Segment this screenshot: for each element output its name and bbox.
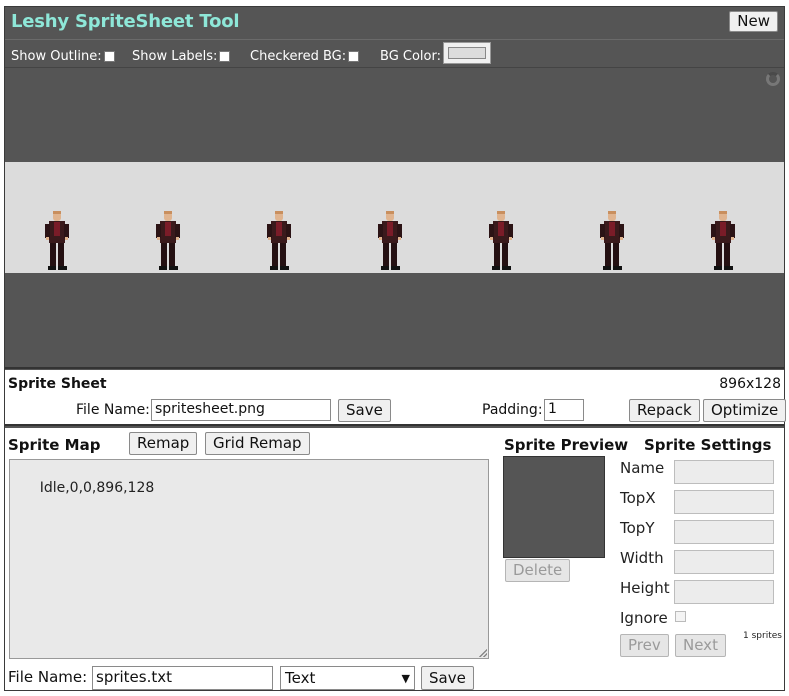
height-input[interactable] [674, 580, 774, 604]
checkered-bg-checkbox[interactable] [348, 51, 360, 62]
topy-input[interactable] [674, 520, 774, 544]
sprite-sheet-label: Sprite Sheet [8, 376, 107, 392]
grid-remap-button[interactable]: Grid Remap [205, 432, 310, 455]
resize-grip-icon[interactable] [479, 649, 487, 657]
topy-label: TopY [620, 519, 655, 537]
chevron-down-icon: ▼ [401, 671, 410, 685]
bg-color-option: BG Color: [380, 49, 441, 64]
sprite-settings-title: Sprite Settings [644, 436, 772, 454]
optimize-button[interactable]: Optimize [703, 399, 787, 422]
show-labels-option: Show Labels: [132, 49, 231, 64]
next-button[interactable]: Next [675, 634, 726, 657]
prev-button[interactable]: Prev [620, 634, 669, 657]
bg-color-label: BG Color: [380, 49, 441, 64]
padding-input[interactable]: 1 [544, 399, 584, 421]
sprite-canvas[interactable] [5, 67, 784, 369]
sprite-preview-title: Sprite Preview [504, 436, 629, 454]
sprite-sheet-panel: Sprite Sheet 896x128 File Name: spritesh… [5, 370, 787, 426]
delete-button[interactable]: Delete [505, 559, 571, 582]
bottom-panel: Sprite Map Remap Grid Remap Idle,0,0,896… [5, 428, 784, 690]
toolbar: Show Outline: Show Labels: Checkered BG:… [5, 39, 784, 67]
sprite-preview-box [503, 456, 605, 558]
map-file-name-label: File Name: [8, 668, 88, 686]
new-button[interactable]: New [729, 11, 778, 32]
sprite-frame [600, 211, 624, 270]
bg-color-picker[interactable] [443, 42, 491, 64]
sprite-frame [711, 211, 735, 270]
refresh-icon[interactable] [766, 72, 780, 86]
sprite-map-content: Idle,0,0,896,128 [39, 480, 155, 496]
show-outline-option: Show Outline: [11, 49, 115, 64]
sprite-map-title: Sprite Map [8, 436, 101, 454]
header: Leshy SpriteSheet Tool New [5, 7, 784, 38]
show-outline-label: Show Outline: [11, 49, 102, 64]
sprite-frame [156, 211, 180, 270]
app-title: Leshy SpriteSheet Tool [11, 11, 240, 32]
padding-label: Padding: [482, 402, 543, 418]
sheet-file-name-label: File Name: [76, 402, 150, 418]
show-outline-checkbox[interactable] [103, 51, 115, 62]
repack-button[interactable]: Repack [629, 399, 700, 422]
sprite-count: 1 sprites [743, 631, 782, 641]
name-label: Name [620, 459, 665, 477]
sprite-frame [378, 211, 402, 270]
topx-label: TopX [620, 489, 656, 507]
app-window: Leshy SpriteSheet Tool New Show Outline:… [4, 6, 787, 691]
name-input[interactable] [674, 460, 774, 484]
show-labels-label: Show Labels: [132, 49, 218, 64]
topx-input[interactable] [674, 490, 774, 514]
sheet-save-button[interactable]: Save [338, 399, 391, 422]
height-label: Height [620, 579, 670, 597]
map-save-button[interactable]: Save [421, 666, 474, 690]
remap-button[interactable]: Remap [129, 432, 198, 455]
sprite-map-textarea[interactable]: Idle,0,0,896,128 [9, 459, 489, 659]
ignore-checkbox[interactable] [675, 611, 686, 622]
map-file-name-input[interactable]: sprites.txt [92, 666, 273, 690]
checkered-bg-option: Checkered BG: [250, 49, 360, 64]
checkered-bg-label: Checkered BG: [250, 49, 347, 64]
width-input[interactable] [674, 550, 774, 574]
sheet-size: 896x128 [719, 376, 781, 392]
width-label: Width [620, 549, 664, 567]
map-format-select[interactable]: Text ▼ [280, 666, 415, 690]
sprite-sheet-image[interactable] [5, 162, 784, 273]
sheet-file-name-input[interactable]: spritesheet.png [151, 399, 331, 421]
sprite-frame [45, 211, 69, 270]
show-labels-checkbox[interactable] [219, 51, 231, 62]
sprite-frame [267, 211, 291, 270]
map-format-value: Text [285, 669, 316, 687]
ignore-label: Ignore [620, 609, 668, 627]
sprite-frame [489, 211, 513, 270]
